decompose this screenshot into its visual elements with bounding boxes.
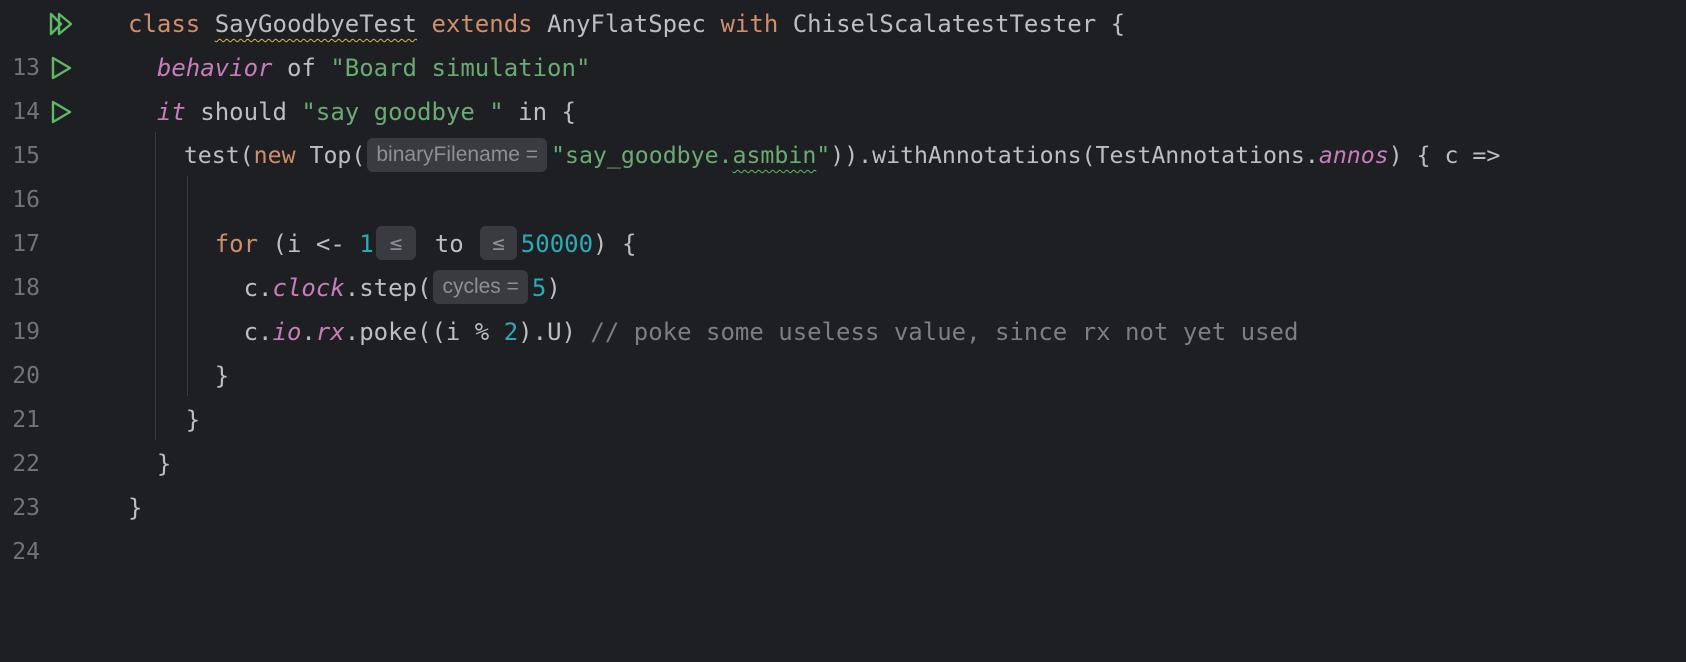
range-hint: ≤ [480,226,517,260]
code-text: } [128,494,143,522]
code-line-13[interactable]: 13 class SayGoodbyeTest extends AnyFlatS… [0,2,1686,81]
code-text: c.io.rx.poke((i % 2).U) // poke some use… [243,318,1299,346]
code-line-15[interactable]: 15 it should "say goodbye " in { [0,90,1686,169]
run-all-icon[interactable] [48,11,74,37]
run-icon[interactable] [48,99,74,125]
code-text: } [185,406,201,434]
code-text: test(new Top(binaryFilename = "say_goodby… [128,134,1500,178]
class-name: SayGoodbyeTest [214,10,417,38]
range-hint: ≤ [375,226,417,260]
code-text: } [214,362,230,390]
code-text: c.clock.step(cycles = 5) [128,266,561,310]
code-line-20[interactable]: 20 c.io.rx.poke((i % 2).U) // poke some … [0,310,1686,389]
parameter-hint: binaryFilename = [367,137,548,172]
parameter-hint: cycles = [433,270,528,304]
code-line-23[interactable]: 23 } [0,442,1686,521]
code-line-14[interactable]: 14 behavior of "Board simulation" [0,46,1686,125]
code-line-16[interactable]: 16 test(new Top(binaryFilename = "say_goo… [0,134,1686,213]
code-line-18[interactable]: 18 for (i <- 1 ≤ to ≤50000) { [0,222,1686,301]
code-text: } [156,450,172,478]
code-text: behavior of "Board simulation" [156,54,591,82]
code-text: class SayGoodbyeTest extends AnyFlatSpec… [128,10,1126,38]
code-editor[interactable]: 13 class SayGoodbyeTest extends AnyFlatS… [0,0,1686,565]
code-text: it should "say goodbye " in { [156,98,576,126]
line-number: 24 [12,539,40,565]
code-line-17[interactable]: 17 [0,178,1686,257]
code-line-24[interactable]: 24 } [0,486,1686,565]
code-line-19[interactable]: 19 c.clock.step(cycles = 5) [0,266,1686,345]
code-line-22[interactable]: 22 } [0,398,1686,477]
code-text: for (i <- 1 ≤ to ≤50000) { [128,222,636,266]
code-comment: // poke some useless value, since rx not… [590,318,1299,346]
run-icon[interactable] [48,55,74,81]
code-line-21[interactable]: 21 } [0,354,1686,433]
